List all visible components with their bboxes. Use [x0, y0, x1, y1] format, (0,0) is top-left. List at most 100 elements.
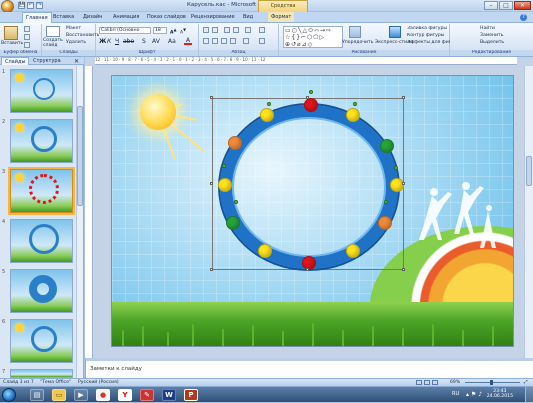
resize-handle[interactable]: [402, 182, 405, 185]
layout-button[interactable]: Макет: [66, 26, 81, 31]
resize-handle[interactable]: [402, 268, 405, 271]
grow-font-icon[interactable]: A▲: [170, 27, 177, 36]
save-icon[interactable]: 💾: [18, 2, 25, 9]
tab-outline[interactable]: Структура: [30, 57, 64, 65]
slide-thumbnail[interactable]: [10, 69, 73, 113]
slide-thumbnail-selected[interactable]: [8, 167, 75, 215]
carousel-dot-yellow[interactable]: [346, 244, 360, 258]
paste-button[interactable]: Вставить: [1, 41, 23, 46]
tab-animation[interactable]: Анимация: [110, 12, 142, 22]
slide-thumbnail[interactable]: [10, 119, 73, 163]
align-left-icon[interactable]: [203, 38, 209, 44]
slide-canvas[interactable]: [111, 75, 514, 347]
slide-thumbnail[interactable]: [10, 319, 73, 363]
rotate-handle[interactable]: [222, 164, 226, 168]
carousel-dot-yellow[interactable]: [390, 178, 404, 192]
delete-button[interactable]: Удалить: [66, 40, 86, 45]
folder-icon[interactable]: ▭: [52, 389, 66, 401]
powerpoint-icon[interactable]: P: [184, 389, 198, 401]
scroll-thumb[interactable]: [526, 156, 532, 186]
numbering-icon[interactable]: [212, 27, 218, 33]
language-status[interactable]: Русский (Россия): [78, 379, 119, 386]
arrange-icon[interactable]: [349, 26, 361, 38]
tab-home[interactable]: Главная: [22, 12, 52, 23]
align-center-icon[interactable]: [212, 38, 218, 44]
help-icon[interactable]: ?: [520, 14, 527, 21]
fit-to-window-icon[interactable]: ⤢: [524, 379, 528, 386]
sorter-view-icon[interactable]: [424, 380, 430, 385]
slide-thumbnail[interactable]: [10, 369, 73, 378]
normal-view-icon[interactable]: [416, 380, 422, 385]
resize-handle[interactable]: [210, 268, 213, 271]
cut-icon[interactable]: [24, 26, 30, 32]
change-case-icon[interactable]: Aa: [168, 38, 176, 45]
resize-handle[interactable]: [306, 96, 309, 99]
tab-slides[interactable]: Слайды: [1, 57, 30, 65]
panel-scrollbar[interactable]: [76, 66, 83, 378]
tab-format[interactable]: Формат: [268, 12, 295, 22]
shadow-icon[interactable]: S: [142, 38, 146, 45]
shape-fill-button[interactable]: Заливка фигуры: [407, 26, 450, 31]
decrease-indent-icon[interactable]: [224, 27, 230, 33]
columns-icon[interactable]: [243, 38, 249, 44]
yandex-icon[interactable]: Y: [118, 389, 132, 401]
word-icon[interactable]: W: [162, 389, 176, 401]
slide-thumbnail[interactable]: [10, 269, 73, 313]
tab-design[interactable]: Дизайн: [80, 12, 105, 22]
font-size-select[interactable]: 18: [153, 27, 167, 34]
tray-icons[interactable]: ▴ ⚑ ♪: [466, 391, 482, 398]
start-button[interactable]: [2, 388, 16, 402]
underline-icon[interactable]: Ч: [115, 38, 119, 45]
close-panel-icon[interactable]: ✕: [74, 58, 79, 65]
shape-effects-button[interactable]: Эффекты для фигур: [407, 40, 450, 45]
text-direction-icon[interactable]: [259, 27, 265, 33]
explorer-icon[interactable]: ▤: [30, 389, 44, 401]
resize-handle[interactable]: [210, 96, 213, 99]
paint-icon[interactable]: ✎: [140, 389, 154, 401]
rotate-handle[interactable]: [394, 166, 398, 170]
tab-view[interactable]: Вид: [240, 12, 256, 22]
carousel-dot-yellow[interactable]: [258, 244, 272, 258]
format-painter-icon[interactable]: [24, 42, 30, 48]
carousel-dot-green[interactable]: [380, 139, 394, 153]
replace-button[interactable]: Заменить: [480, 33, 503, 38]
carousel-dot-orange[interactable]: [228, 136, 242, 150]
find-button[interactable]: Найти: [480, 26, 495, 31]
quick-styles-icon[interactable]: [389, 26, 401, 38]
rotate-handle[interactable]: [309, 90, 313, 94]
rotate-handle[interactable]: [267, 102, 271, 106]
line-spacing-icon[interactable]: [245, 27, 251, 33]
font-name-select[interactable]: Calibri (Основно: [99, 27, 151, 34]
align-right-icon[interactable]: [221, 38, 227, 44]
carousel-dot-orange[interactable]: [378, 216, 392, 230]
arrange-button[interactable]: Упорядочить: [342, 40, 373, 45]
italic-icon[interactable]: К: [107, 38, 111, 45]
resize-handle[interactable]: [402, 96, 405, 99]
increase-indent-icon[interactable]: [233, 27, 239, 33]
bullets-icon[interactable]: [203, 27, 209, 33]
tab-slideshow[interactable]: Показ слайдов: [144, 12, 189, 22]
copy-icon[interactable]: [24, 34, 30, 40]
justify-icon[interactable]: [230, 38, 236, 44]
spacing-icon[interactable]: AV: [152, 38, 160, 45]
carousel-dot-yellow[interactable]: [218, 178, 232, 192]
rotate-handle[interactable]: [234, 200, 238, 204]
carousel-dot-red[interactable]: [302, 256, 316, 270]
resize-handle[interactable]: [306, 268, 309, 271]
vertical-scrollbar[interactable]: [524, 66, 533, 358]
strikethrough-icon[interactable]: abe: [123, 38, 134, 45]
reset-button[interactable]: Восстановить: [66, 33, 99, 38]
carousel-dot-green[interactable]: [226, 216, 240, 230]
show-desktop-button[interactable]: [525, 387, 533, 403]
carousel-dot-red[interactable]: [304, 98, 318, 112]
tab-insert[interactable]: Вставка: [50, 12, 77, 22]
redo-icon[interactable]: ↷: [36, 2, 43, 9]
media-player-icon[interactable]: ▶: [74, 389, 88, 401]
chrome-icon[interactable]: ●: [96, 389, 110, 401]
smartart-icon[interactable]: [259, 38, 265, 44]
maximize-button[interactable]: □: [499, 1, 513, 10]
resize-handle[interactable]: [210, 182, 213, 185]
minimize-button[interactable]: –: [484, 1, 498, 10]
scroll-thumb[interactable]: [77, 106, 83, 206]
zoom-level[interactable]: 69%: [450, 379, 460, 386]
